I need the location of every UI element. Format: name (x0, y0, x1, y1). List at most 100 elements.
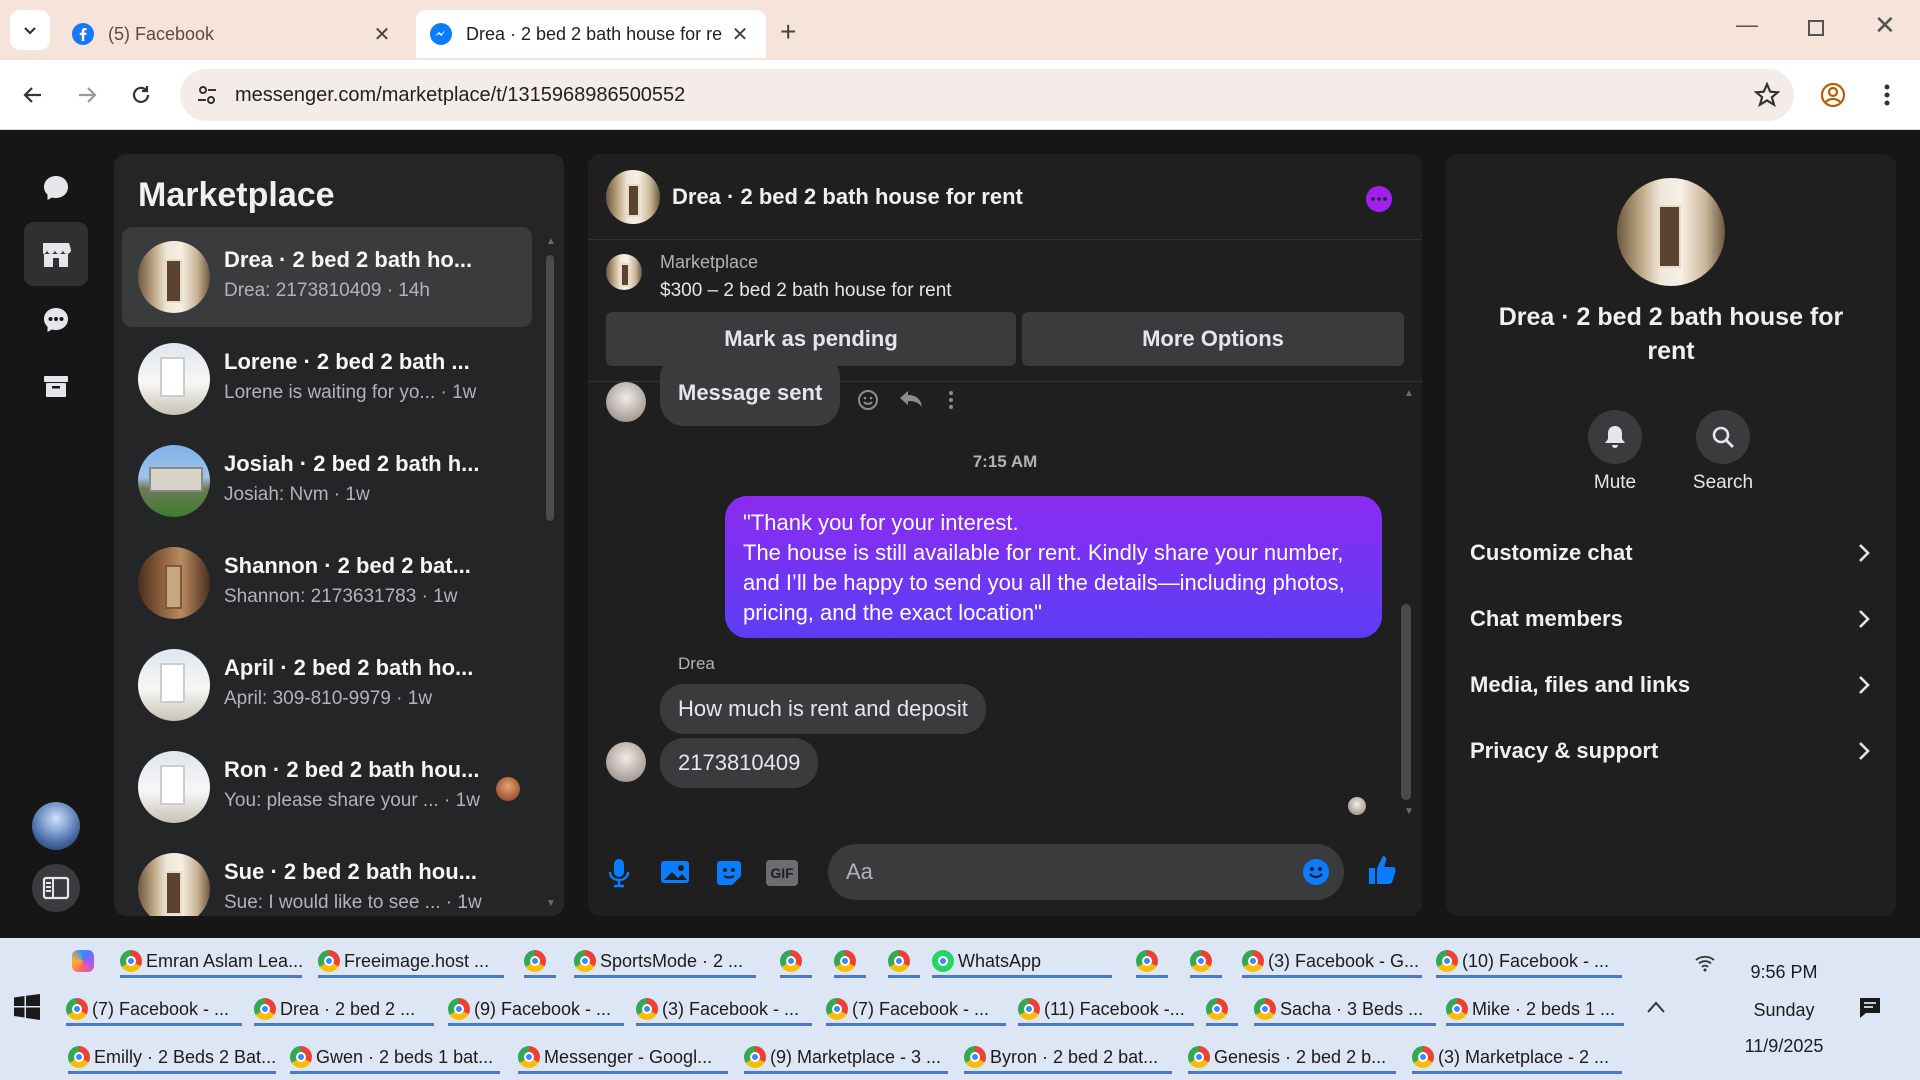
clock-day[interactable]: Sunday (1724, 1000, 1844, 1021)
minimize-button[interactable]: — (1736, 12, 1758, 38)
conversation-item[interactable]: Josiah · 2 bed 2 bath h... Josiah: Nvm · … (122, 431, 532, 531)
conversation-preview: Sue: I would like to see ... · 1w (224, 892, 482, 913)
thumbs-up-icon[interactable] (1366, 854, 1398, 886)
taskbar-window-button[interactable]: (3) Facebook - ... (636, 992, 812, 1026)
conversation-title[interactable]: Drea · 2 bed 2 bath house for rent (672, 184, 1023, 210)
tab-messenger[interactable]: Drea · 2 bed 2 bath house for re ✕ (416, 10, 766, 58)
taskbar-window-button[interactable] (834, 944, 866, 978)
chat-members-row[interactable]: Chat members (1470, 594, 1870, 644)
taskbar-window-button[interactable] (1190, 944, 1222, 978)
taskbar-window-button[interactable] (1206, 992, 1238, 1026)
taskbar-window-button[interactable]: (3) Marketplace - 2 ... (1412, 1040, 1622, 1074)
copilot-icon[interactable] (72, 950, 94, 972)
listing-thumbnail[interactable] (606, 254, 642, 290)
conversation-item[interactable]: Ron · 2 bed 2 bath hou... You: please sha… (122, 737, 532, 837)
tab-facebook[interactable]: (5) Facebook ✕ (58, 10, 408, 58)
taskbar-window-button[interactable]: Byron · 2 bed 2 bat... (964, 1040, 1172, 1074)
conversation-avatar[interactable] (606, 170, 660, 224)
search-button[interactable] (1696, 410, 1750, 464)
incoming-message-bubble[interactable]: 2173810409 (660, 738, 819, 788)
taskbar-window-button[interactable]: (7) Facebook - ... (66, 992, 242, 1026)
conversation-item[interactable]: Drea · 2 bed 2 bath ho... Drea: 217381040… (122, 227, 532, 327)
taskbar-window-button[interactable] (780, 944, 812, 978)
chrome-icon (68, 1046, 90, 1068)
forward-button[interactable] (72, 80, 102, 110)
close-tab-icon[interactable]: ✕ (728, 22, 752, 47)
taskbar-window-button[interactable]: Drea · 2 bed 2 ... (254, 992, 434, 1026)
user-avatar[interactable] (32, 802, 80, 850)
rail-archive[interactable] (24, 354, 88, 418)
scroll-up-arrow[interactable]: ▲ (1404, 388, 1414, 399)
bookmark-star-icon[interactable] (1754, 82, 1780, 108)
taskbar-window-button[interactable] (888, 944, 920, 978)
conversation-item[interactable]: Sue · 2 bed 2 bath hou... Sue: I would li… (122, 839, 532, 916)
conversation-info-button[interactable] (1366, 186, 1392, 212)
thread-scrollbar[interactable] (1401, 604, 1411, 800)
restore-button[interactable] (1808, 20, 1824, 36)
back-button[interactable] (18, 80, 48, 110)
taskbar-window-button[interactable]: Emilly · 2 Beds 2 Bat... (68, 1040, 276, 1074)
incoming-message-bubble[interactable]: How much is rent and deposit (660, 684, 986, 734)
rail-chats[interactable] (24, 156, 88, 220)
microphone-icon[interactable] (608, 858, 630, 888)
taskbar-window-button[interactable]: Messenger - Googl... (518, 1040, 728, 1074)
clock-time[interactable]: 9:56 PM (1724, 962, 1844, 983)
chevron-up-icon[interactable] (1646, 1000, 1666, 1014)
taskbar-window-button[interactable]: Emran Aslam Lea... (120, 944, 302, 978)
profile-button[interactable] (1818, 80, 1848, 110)
notifications-icon[interactable] (1858, 996, 1882, 1020)
taskbar-window-button[interactable] (1136, 944, 1168, 978)
browser-menu-button[interactable] (1872, 80, 1902, 110)
taskbar-window-button[interactable]: (10) Facebook - ... (1436, 944, 1622, 978)
site-info-icon[interactable] (196, 84, 218, 106)
rail-message-requests[interactable] (24, 288, 88, 352)
taskbar-window-button[interactable]: (11) Facebook -... (1018, 992, 1194, 1026)
reply-icon[interactable] (898, 388, 924, 410)
privacy-support-row[interactable]: Privacy & support (1470, 726, 1870, 776)
taskbar-window-button[interactable]: Freeimage.host ... (318, 944, 504, 978)
taskbar-window-button[interactable]: (3) Facebook - G... (1242, 944, 1422, 978)
taskbar-window-button[interactable]: Genesis · 2 bed 2 b... (1188, 1040, 1396, 1074)
mute-button[interactable] (1588, 410, 1642, 464)
conversation-item[interactable]: April · 2 bed 2 bath ho... April: 309-810… (122, 635, 532, 735)
toggle-sidebar-button[interactable] (32, 864, 80, 912)
message-input[interactable]: Aa (828, 844, 1344, 900)
tab-search-button[interactable] (10, 10, 50, 50)
photo-icon[interactable] (660, 858, 690, 886)
message-bubble[interactable]: Message sent (660, 354, 841, 426)
close-window-button[interactable]: ✕ (1874, 10, 1896, 41)
react-emoji-icon[interactable] (856, 388, 880, 412)
emoji-icon[interactable] (1302, 858, 1330, 886)
customize-chat-row[interactable]: Customize chat (1470, 528, 1870, 578)
network-icon[interactable] (1694, 952, 1716, 972)
taskbar-window-button[interactable]: Gwen · 2 beds 1 bat... (290, 1040, 500, 1074)
reload-button[interactable] (126, 80, 156, 110)
scroll-up-arrow[interactable]: ▲ (546, 236, 556, 247)
chat-list-scrollbar[interactable] (546, 255, 554, 521)
taskbar-window-button[interactable]: (9) Facebook - ... (448, 992, 624, 1026)
scroll-down-arrow[interactable]: ▼ (546, 898, 556, 909)
listing-summary[interactable]: $300 – 2 bed 2 bath house for rent (660, 280, 952, 302)
windows-start-icon[interactable] (14, 994, 40, 1020)
rail-marketplace[interactable] (24, 222, 88, 286)
taskbar-window-button[interactable]: WhatsApp (932, 944, 1112, 978)
scroll-down-arrow[interactable]: ▼ (1404, 806, 1414, 817)
taskbar-window-button[interactable]: Sacha · 3 Beds ... (1254, 992, 1436, 1026)
close-tab-icon[interactable]: ✕ (370, 22, 394, 47)
gif-icon[interactable]: GIF (766, 860, 798, 886)
new-tab-button[interactable]: + (780, 16, 796, 48)
taskbar-window-button[interactable]: SportsMode · 2 ... (574, 944, 756, 978)
message-more-icon[interactable] (948, 390, 954, 410)
conversation-item[interactable]: Shannon · 2 bed 2 bat... Shannon: 2173631… (122, 533, 532, 633)
media-files-links-row[interactable]: Media, files and links (1470, 660, 1870, 710)
taskbar-window-button[interactable] (524, 944, 556, 978)
more-options-button[interactable]: More Options (1022, 312, 1404, 366)
conversation-item[interactable]: Lorene · 2 bed 2 bath ... Lorene is waiti… (122, 329, 532, 429)
outgoing-message-bubble[interactable]: "Thank you for your interest. The house … (725, 496, 1382, 638)
clock-date[interactable]: 11/9/2025 (1724, 1036, 1844, 1057)
taskbar-window-button[interactable]: (9) Marketplace - 3 ... (744, 1040, 948, 1074)
address-bar[interactable]: messenger.com/marketplace/t/131596898650… (180, 69, 1794, 121)
sticker-icon[interactable] (714, 858, 744, 888)
taskbar-window-button[interactable]: (7) Facebook - ... (826, 992, 1006, 1026)
taskbar-window-button[interactable]: Mike · 2 beds 1 ... (1446, 992, 1624, 1026)
